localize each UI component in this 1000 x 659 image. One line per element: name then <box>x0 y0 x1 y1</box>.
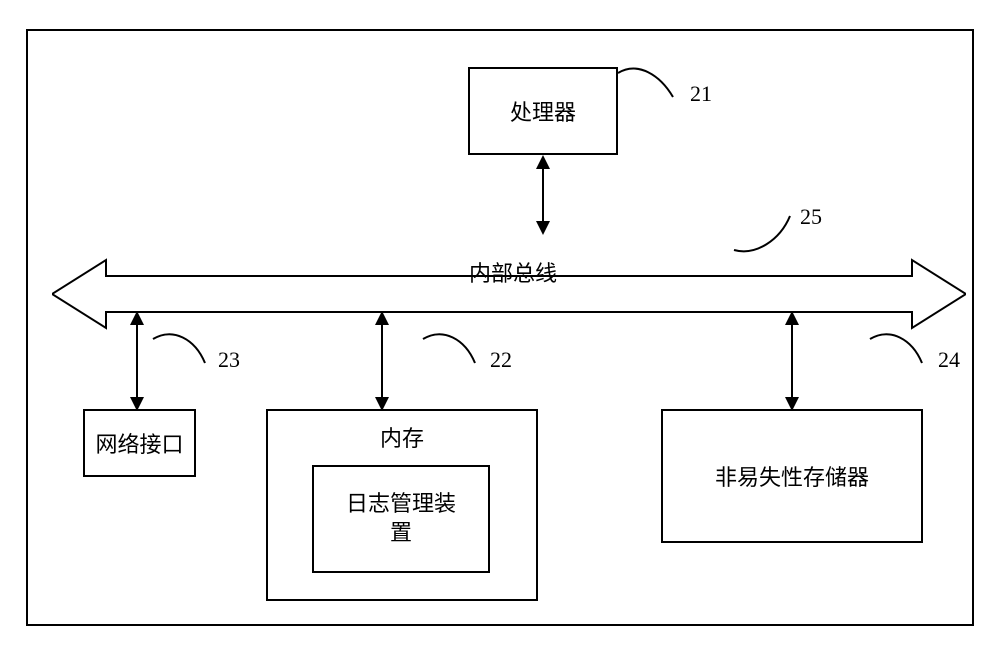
nvm-label: 非易失性存储器 <box>715 460 869 492</box>
leader-25 <box>734 216 806 254</box>
net-if-label: 网络接口 <box>95 427 183 459</box>
processor-box: 处理器 <box>468 67 618 155</box>
memory-label: 内存 <box>380 421 424 453</box>
leader-23 <box>153 333 217 373</box>
log-mgr-box: 日志管理装 置 <box>312 465 490 573</box>
ref-num-22: 22 <box>490 347 512 373</box>
ref-num-21: 21 <box>690 81 712 107</box>
processor-label: 处理器 <box>510 95 576 127</box>
ref-num-24: 24 <box>938 347 960 373</box>
ref-num-23: 23 <box>218 347 240 373</box>
log-mgr-label: 日志管理装 置 <box>346 490 456 547</box>
net-if-box: 网络接口 <box>83 409 196 477</box>
bus-label: 内部总线 <box>469 256 557 288</box>
nvm-box: 非易失性存储器 <box>661 409 923 543</box>
leader-24 <box>870 333 934 373</box>
connector-nvm-bus <box>782 311 802 411</box>
diagram-frame: 处理器 21 内部总线 25 网络接口 23 内存 日志管理 <box>26 29 974 626</box>
connector-processor-bus <box>533 155 553 235</box>
leader-21 <box>618 67 688 107</box>
connector-memory-bus <box>372 311 392 411</box>
memory-box: 内存 日志管理装 置 <box>266 409 538 601</box>
ref-num-25: 25 <box>800 204 822 230</box>
leader-22 <box>423 333 487 373</box>
connector-netif-bus <box>127 311 147 411</box>
